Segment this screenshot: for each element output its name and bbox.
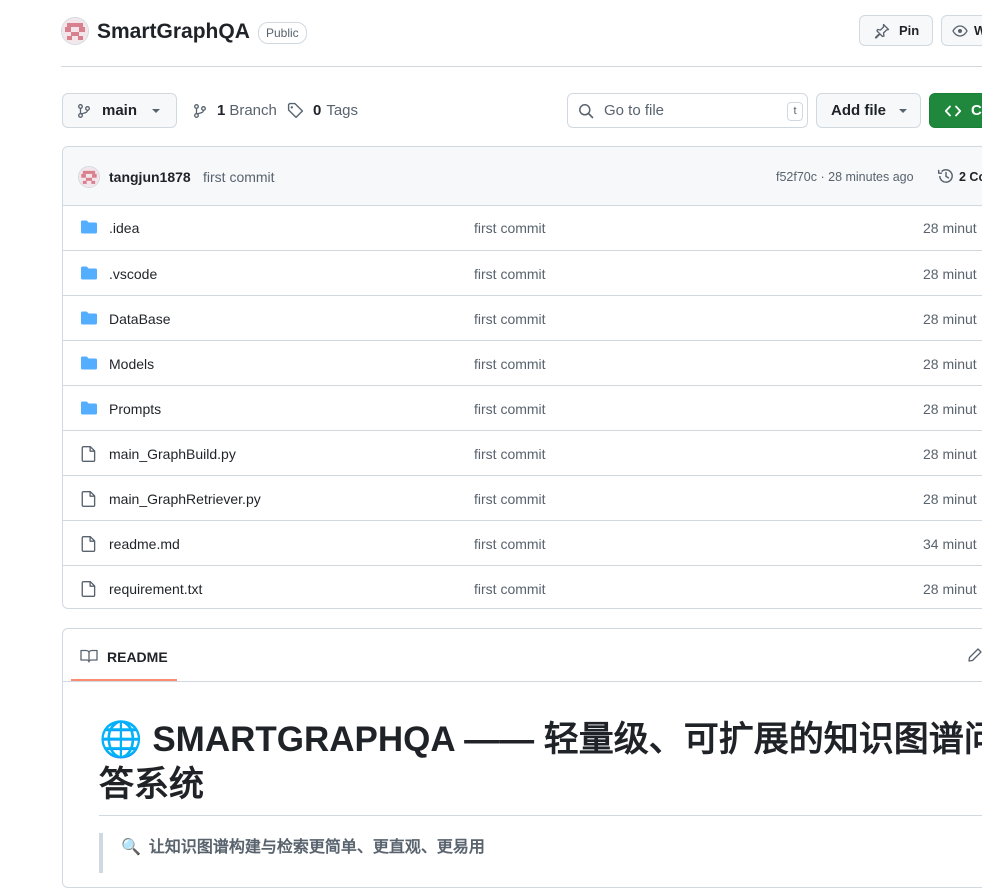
file-commit-message[interactable]: first commit (474, 400, 546, 418)
caret-down-icon (151, 106, 161, 116)
file-commit-message[interactable]: first commit (474, 535, 546, 553)
file-row[interactable]: readme.md first commit 34 minut (63, 520, 982, 566)
file-commit-message[interactable]: first commit (474, 445, 546, 463)
code-icon (944, 103, 962, 119)
file-icon (80, 490, 98, 508)
file-commit-message[interactable]: first commit (474, 219, 546, 237)
file-browser: tangjun1878 first commit f52f70c · 28 mi… (62, 146, 982, 609)
folder-icon (80, 265, 98, 281)
tags-count: 0 (313, 102, 322, 119)
file-name-link[interactable]: Models (109, 355, 154, 373)
file-commit-time: 28 minut (923, 401, 977, 417)
branch-selector[interactable]: main (62, 93, 177, 128)
tags-label: Tags (326, 102, 359, 119)
readme-blockquote: 🔍 让知识图谱构建与检索更简单、更直观、更易用 (99, 833, 485, 873)
file-icon (80, 580, 98, 598)
branches-count: 1 (217, 102, 226, 119)
file-commit-time: 28 minut (923, 311, 977, 327)
code-button[interactable]: Co (929, 93, 982, 128)
file-commit-time: 28 minut (923, 446, 977, 462)
file-commit-time: 28 minut (923, 266, 977, 282)
pin-label: Pin (899, 23, 920, 38)
keyboard-shortcut-hint: t (787, 102, 803, 121)
file-name-link[interactable]: Prompts (109, 400, 161, 418)
file-name-link[interactable]: .idea (109, 219, 139, 237)
file-row[interactable]: Models first commit 28 minut (63, 340, 982, 386)
branch-icon (76, 103, 92, 119)
eye-icon (952, 23, 968, 39)
file-name-link[interactable]: main_GraphBuild.py (109, 445, 236, 463)
file-commit-message[interactable]: first commit (474, 490, 546, 508)
file-name-link[interactable]: requirement.txt (109, 580, 202, 598)
search-placeholder: Go to file (604, 102, 665, 119)
add-file-button[interactable]: Add file (816, 93, 921, 128)
readme-tab-label: README (107, 649, 168, 665)
heading-divider (99, 815, 982, 816)
author-avatar[interactable] (78, 166, 100, 188)
pin-button[interactable]: Pin (859, 15, 933, 46)
latest-commit-bar: tangjun1878 first commit f52f70c · 28 mi… (63, 147, 982, 206)
file-row[interactable]: DataBase first commit 28 minut (63, 295, 982, 341)
edit-pencil-icon[interactable] (967, 647, 982, 663)
watch-label: W (974, 23, 982, 38)
file-commit-time: 28 minut (923, 491, 977, 507)
file-row[interactable]: .vscode first commit 28 minut (63, 250, 982, 296)
branch-name: main (102, 102, 138, 119)
header-divider (61, 66, 982, 67)
pin-icon (874, 23, 890, 39)
commit-hash-time[interactable]: f52f70c · 28 minutes ago (776, 168, 914, 186)
file-row[interactable]: requirement.txt first commit 28 minut (63, 565, 982, 608)
readme-panel: README 🌐 SMARTGRAPHQA —— 轻量级、可扩展的知识图谱问答系… (62, 628, 982, 888)
file-name-link[interactable]: .vscode (109, 265, 157, 283)
branches-link[interactable]: 1 Branch (192, 102, 277, 119)
file-row[interactable]: main_GraphBuild.py first commit 28 minut (63, 430, 982, 476)
file-commit-time: 28 minut (923, 356, 977, 372)
file-name-link[interactable]: readme.md (109, 535, 180, 553)
readme-tab[interactable]: README (71, 629, 177, 681)
commits-count-link[interactable]: 2 Co (959, 168, 982, 186)
file-name-link[interactable]: DataBase (109, 310, 170, 328)
file-name-link[interactable]: main_GraphRetriever.py (109, 490, 261, 508)
readme-header: README (63, 629, 982, 682)
visibility-badge: Public (258, 22, 307, 44)
file-commit-message[interactable]: first commit (474, 265, 546, 283)
branch-icon (192, 103, 208, 119)
code-label: Co (971, 102, 982, 119)
book-icon (80, 648, 98, 664)
file-commit-message[interactable]: first commit (474, 310, 546, 328)
file-row[interactable]: .idea first commit 28 minut (63, 205, 982, 250)
file-commit-time: 34 minut (923, 536, 977, 552)
folder-icon (80, 355, 98, 371)
watch-button[interactable]: W (941, 15, 982, 46)
tag-icon (287, 102, 304, 119)
globe-icon: 🌐 (99, 720, 143, 759)
file-row[interactable]: Prompts first commit 28 minut (63, 385, 982, 431)
file-commit-message[interactable]: first commit (474, 355, 546, 373)
folder-icon (80, 310, 98, 326)
magnifier-icon: 🔍 (121, 839, 141, 856)
repo-name[interactable]: SmartGraphQA (97, 18, 250, 46)
folder-icon (80, 219, 98, 235)
file-row[interactable]: main_GraphRetriever.py first commit 28 min… (63, 475, 982, 521)
readme-heading: 🌐 SMARTGRAPHQA —— 轻量级、可扩展的知识图谱问答系统 (99, 717, 982, 807)
search-icon (578, 103, 594, 119)
go-to-file-input[interactable]: Go to file t (567, 93, 808, 128)
commit-author[interactable]: tangjun1878 (109, 168, 191, 186)
commit-message[interactable]: first commit (203, 168, 275, 186)
caret-down-icon (898, 106, 908, 116)
repo-owner-avatar[interactable] (61, 17, 89, 45)
readme-heading-text: SMARTGRAPHQA —— 轻量级、可扩展的知识图谱问答系统 (99, 720, 982, 804)
add-file-label: Add file (831, 102, 886, 119)
folder-icon (80, 400, 98, 416)
file-icon (80, 445, 98, 463)
file-commit-message[interactable]: first commit (474, 580, 546, 598)
tags-link[interactable]: 0 Tags (287, 102, 358, 119)
readme-quote-text: 让知识图谱构建与检索更简单、更直观、更易用 (148, 839, 485, 856)
file-icon (80, 535, 98, 553)
history-icon (937, 167, 955, 185)
file-commit-time: 28 minut (923, 581, 977, 597)
file-commit-time: 28 minut (923, 220, 977, 236)
branches-label: Branch (229, 102, 277, 119)
